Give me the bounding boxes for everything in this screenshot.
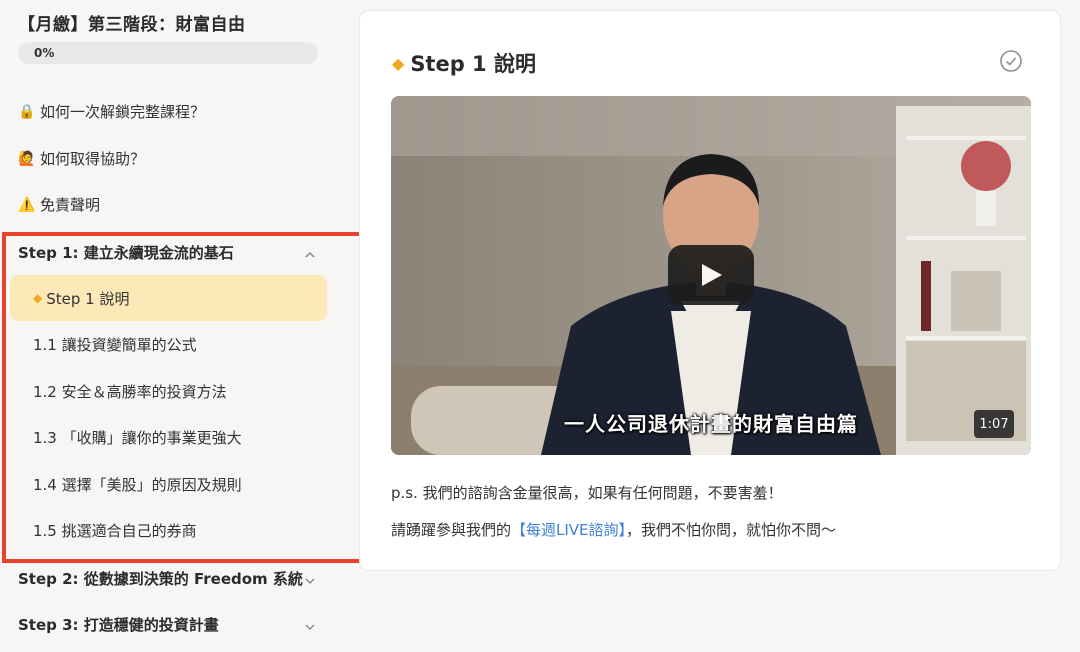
course-title: 【月繳】第三階段：財富自由 — [18, 15, 246, 35]
video-duration: 1:07 — [974, 410, 1014, 438]
get-help-label: 如何取得協助？ — [40, 150, 146, 168]
lesson-label: 1.1 讓投資變簡單的公式 — [33, 335, 197, 354]
lock-icon: 🔒 — [18, 103, 36, 120]
page-title-text: Step 1 說明 — [410, 52, 536, 76]
play-icon — [702, 264, 722, 286]
invite-prefix: 請踴躍參與我們的 — [391, 521, 512, 539]
raised-hand-icon: 🙋 — [18, 150, 36, 167]
lesson-1-5[interactable]: 1.5 挑選適合自己的券商 — [10, 507, 327, 553]
invite-suffix: ，我們不怕你問，就怕你不問～ — [626, 521, 837, 539]
lesson-label: 1.2 安全＆高勝率的投資方法 — [33, 382, 227, 401]
diamond-icon: ◆ — [33, 291, 43, 305]
unlock-course-label: 如何一次解鎖完整課程？ — [40, 103, 206, 121]
video-caption: 一人公司退休計畫的財富自由篇 — [564, 412, 858, 436]
lesson-label: Step 1 說明 — [46, 289, 130, 308]
weekly-live-consult-link[interactable]: 【每週LIVE諮詢】 — [511, 521, 626, 539]
note-paragraph: p.s. 我們的諮詢含金量很高，如果有任何問題，不要害羞！ — [391, 484, 783, 502]
chevron-down-icon — [304, 619, 315, 631]
section-step-3-label: Step 3: 打造穩健的投資計畫 — [18, 615, 219, 634]
disclaimer-label: 免責聲明 — [40, 196, 101, 214]
section-step-1[interactable]: Step 1: 建立永續現金流的基石 — [18, 240, 318, 264]
lesson-content-card: ◆ Step 1 說明 一人公司退休計畫的財富自由篇 1:07 p.s. 我們的… — [359, 10, 1061, 571]
lesson-step-1-intro[interactable]: ◆ Step 1 說明 — [10, 275, 327, 321]
section-step-1-label: Step 1: 建立永續現金流的基石 — [18, 243, 234, 262]
section-step-2[interactable]: Step 2: 從數據到決策的 Freedom 系統 — [18, 566, 318, 590]
section-step-2-label: Step 2: 從數據到決策的 Freedom 系統 — [18, 569, 303, 588]
lesson-1-3[interactable]: 1.3 「收購」讓你的事業更強大 — [10, 414, 327, 460]
unlock-course-link[interactable]: 🔒 如何一次解鎖完整課程？ — [18, 101, 205, 122]
section-step-3[interactable]: Step 3: 打造穩健的投資計畫 — [18, 612, 318, 636]
page-title: ◆ Step 1 說明 — [392, 48, 536, 78]
disclaimer-link[interactable]: ⚠️ 免責聲明 — [18, 194, 100, 215]
warning-icon: ⚠️ — [18, 196, 36, 213]
lesson-1-4[interactable]: 1.4 選擇「美股」的原因及規則 — [10, 461, 327, 507]
play-button[interactable] — [668, 245, 754, 305]
lesson-1-1[interactable]: 1.1 讓投資變簡單的公式 — [10, 321, 327, 367]
diamond-icon: ◆ — [392, 53, 405, 73]
complete-check-icon[interactable] — [999, 49, 1023, 73]
video-player[interactable]: 一人公司退休計畫的財富自由篇 1:07 — [391, 96, 1031, 455]
get-help-link[interactable]: 🙋 如何取得協助？ — [18, 148, 145, 169]
lesson-label: 1.3 「收購」讓你的事業更強大 — [33, 428, 242, 447]
chevron-up-icon — [304, 247, 315, 258]
sidebar: 【月繳】第三階段：財富自由 0% 🔒 如何一次解鎖完整課程？ 🙋 如何取得協助？… — [0, 0, 366, 652]
progress-bar: 0% — [18, 42, 318, 64]
invite-paragraph: 請踴躍參與我們的【每週LIVE諮詢】，我們不怕你問，就怕你不問～ — [391, 519, 836, 540]
progress-label: 0% — [34, 46, 55, 60]
lesson-label: 1.5 挑選適合自己的券商 — [33, 521, 197, 540]
chevron-down-icon — [304, 573, 315, 585]
lesson-1-2[interactable]: 1.2 安全＆高勝率的投資方法 — [10, 368, 327, 414]
lesson-label: 1.4 選擇「美股」的原因及規則 — [33, 475, 242, 494]
